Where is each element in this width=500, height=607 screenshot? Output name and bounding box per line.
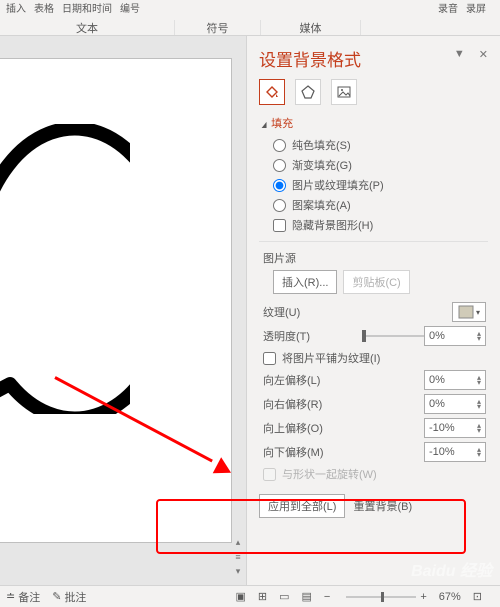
- zoom-in-button[interactable]: +: [420, 591, 426, 603]
- ribbon-group-media: 媒体: [261, 20, 361, 35]
- ribbon-group-symbols: 符号: [175, 20, 261, 35]
- apply-to-all-button[interactable]: 应用到全部(L): [259, 494, 345, 518]
- transparency-slider[interactable]: [362, 326, 424, 346]
- speech-bubble-shape: [0, 124, 130, 414]
- effects-mode-icon[interactable]: [295, 79, 321, 105]
- ribbon-groups: 文本 符号 媒体: [0, 20, 500, 36]
- status-bar: ≐ 备注 ✎ 批注 ▣ ⊞ ▭ ▤ − + 67% ⊡: [0, 585, 500, 607]
- texture-row: 纹理(U) ▾: [263, 302, 486, 322]
- hide-bg-check[interactable]: 隐藏背景图形(H): [273, 217, 488, 233]
- format-background-pane: ▼ ✕ 设置背景格式 填充 纯色填充(S) 渐变填充(G) 图片或纹理填充(P)…: [246, 36, 500, 585]
- slide-nav-buttons: ▴ ≡ ▾: [231, 60, 245, 577]
- slide-jump-icon[interactable]: ≡: [235, 552, 240, 562]
- slide-canvas[interactable]: [0, 58, 232, 543]
- normal-view-icon[interactable]: ▣: [235, 590, 245, 603]
- reading-view-icon[interactable]: ▭: [279, 590, 289, 603]
- notes-button[interactable]: ≐ 备注: [6, 589, 40, 605]
- pane-mode-bar: [259, 79, 488, 105]
- rotate-with-check: 与形状一起旋转(W): [263, 466, 488, 482]
- pane-close-icon[interactable]: ✕: [479, 48, 488, 61]
- reset-background-link[interactable]: 重置背景(B): [353, 498, 412, 514]
- fill-gradient[interactable]: 渐变填充(G): [273, 157, 488, 173]
- fill-pattern[interactable]: 图案填充(A): [273, 197, 488, 213]
- zoom-out-button[interactable]: −: [324, 591, 330, 603]
- offset-up-row: 向上偏移(O) -10%▴▾: [263, 418, 486, 438]
- insert-picture-button[interactable]: 插入(R)...: [273, 270, 337, 294]
- sorter-view-icon[interactable]: ⊞: [258, 590, 267, 603]
- offset-left-row: 向左偏移(L) 0%▴▾: [263, 370, 486, 390]
- offset-right-value[interactable]: 0%▴▾: [424, 394, 486, 414]
- pane-options-icon[interactable]: ▼: [454, 48, 465, 61]
- prev-slide-icon[interactable]: ▴: [236, 537, 241, 548]
- picture-mode-icon[interactable]: [331, 79, 357, 105]
- slide-workspace[interactable]: [0, 36, 246, 585]
- ribbon-group-text: 文本: [0, 20, 175, 35]
- fill-picture[interactable]: 图片或纹理填充(P): [273, 177, 488, 193]
- clipboard-button: 剪贴板(C): [343, 270, 409, 294]
- fill-solid[interactable]: 纯色填充(S): [273, 137, 488, 153]
- texture-picker[interactable]: ▾: [452, 302, 486, 322]
- slideshow-view-icon[interactable]: ▤: [301, 590, 311, 603]
- zoom-value[interactable]: 67%: [439, 591, 461, 603]
- offset-right-row: 向右偏移(R) 0%▴▾: [263, 394, 486, 414]
- fit-window-icon[interactable]: ⊡: [473, 590, 482, 603]
- transparency-row: 透明度(T) 0%▴▾: [263, 326, 486, 346]
- next-slide-icon[interactable]: ▾: [236, 566, 241, 577]
- offset-down-row: 向下偏移(M) -10%▴▾: [263, 442, 486, 462]
- offset-up-value[interactable]: -10%▴▾: [424, 418, 486, 438]
- section-fill[interactable]: 填充: [261, 115, 488, 131]
- tile-check[interactable]: 将图片平铺为纹理(I): [263, 350, 488, 366]
- transparency-value[interactable]: 0%▴▾: [424, 326, 486, 346]
- pic-source-label: 图片源: [263, 250, 488, 266]
- offset-left-value[interactable]: 0%▴▾: [424, 370, 486, 390]
- fill-mode-icon[interactable]: [259, 79, 285, 105]
- zoom-slider[interactable]: [346, 596, 416, 598]
- comments-button[interactable]: ✎ 批注: [52, 589, 86, 605]
- ribbon-top: 插入 表格 日期和时间 编号 录音 录屏: [0, 0, 500, 20]
- offset-down-value[interactable]: -10%▴▾: [424, 442, 486, 462]
